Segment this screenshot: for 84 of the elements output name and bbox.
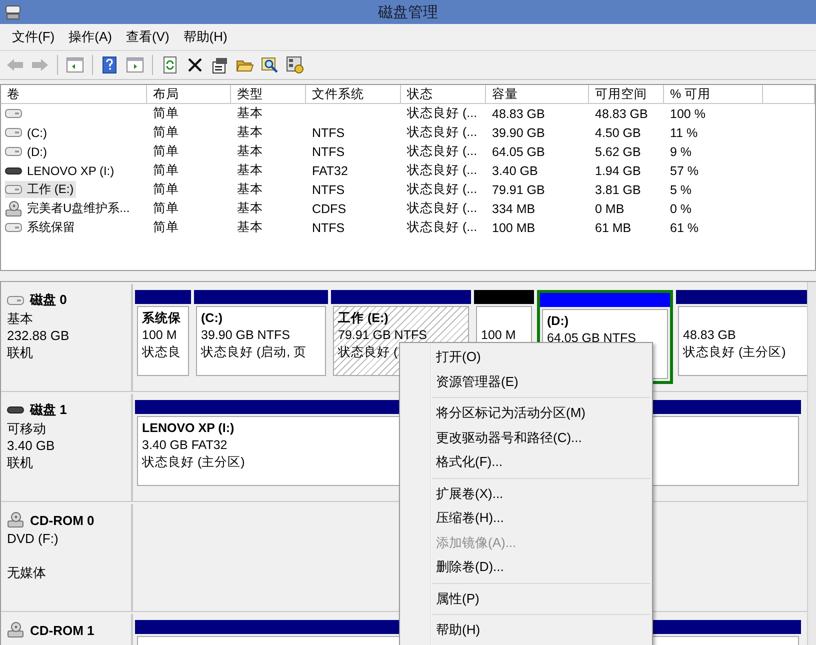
partition-info: 100 M — [481, 327, 516, 344]
partition-name: (D:) — [547, 313, 569, 330]
table-cell-text: NTFS — [311, 220, 346, 236]
partition-info: 状态良好 (启动, 页 — [201, 344, 307, 361]
table-cell-text: CDFS — [311, 200, 348, 218]
table-cell-text: NTFS — [311, 144, 346, 160]
table-cell-text: 5 % — [669, 182, 693, 198]
table-cell-text: 简单 — [152, 181, 180, 198]
disk-type: 可移动 — [7, 420, 47, 437]
table-cell-text: 100 % — [669, 106, 706, 122]
table-cell-text: 简单 — [152, 162, 180, 179]
table-cell-text: 48.83 GB — [491, 106, 546, 122]
table-cell-text: 状态良好 (... — [406, 124, 478, 141]
partition-info: 64.05 GB NTFS — [547, 330, 636, 347]
disk-type: 基本 — [7, 310, 34, 327]
partition-info: 状态良 — [142, 344, 181, 361]
disk-name: 磁盘 0 — [30, 291, 67, 309]
partition-info: 39.90 GB NTFS — [201, 327, 290, 344]
table-cell-text: 48.83 GB — [594, 106, 649, 122]
table-cell-text: 3.81 GB — [594, 182, 642, 198]
partition-info: 48.83 GB — [683, 327, 736, 344]
disk-size: 3.40 GB — [7, 437, 56, 454]
disk-status: 无媒体 — [7, 564, 47, 581]
partition-info: 3.40 GB FAT32 — [142, 437, 228, 454]
partition-info: 状态良好 (主分区) — [142, 454, 245, 471]
table-cell-text: 基本 — [236, 181, 264, 198]
partition-name: (C:) — [201, 310, 223, 327]
disk-status: 联机 — [7, 344, 34, 361]
table-cell-text: 简单 — [152, 124, 180, 141]
table-cell-text: 64.05 GB — [491, 144, 546, 160]
table-cell-text: 79.91 GB — [491, 182, 546, 198]
table-cell-text: 状态良好 (... — [406, 105, 478, 122]
volume-name: 系统保留 — [26, 219, 76, 236]
volume-name: (C:) — [26, 126, 48, 140]
table-cell-text: 基本 — [236, 143, 264, 160]
disk-type: DVD (F:) — [7, 530, 60, 547]
volume-name: 完美者U盘维护系... — [26, 200, 131, 217]
table-cell-text: 状态良好 (... — [406, 219, 478, 236]
table-cell-text: 简单 — [152, 143, 180, 160]
disk-name: 磁盘 1 — [30, 401, 67, 419]
table-cell-text: 基本 — [236, 162, 264, 179]
table-cell-text: 简单 — [152, 219, 180, 236]
table-cell-text: 状态良好 (... — [406, 200, 478, 217]
table-cell-text: 状态良好 (... — [406, 162, 478, 179]
table-cell-text: 0 % — [669, 200, 693, 218]
table-cell-text: 简单 — [152, 105, 180, 122]
table-cell-text: 1.94 GB — [594, 162, 642, 180]
partition-info: 79.91 GB NTFS — [338, 327, 427, 344]
disk-size: 232.88 GB — [7, 327, 70, 344]
disk-status: 联机 — [7, 454, 34, 471]
table-cell-text: 61 MB — [594, 220, 632, 236]
table-cell-text: 11 % — [669, 124, 699, 142]
table-cell-text: 61 % — [669, 220, 700, 236]
table-cell-text: 基本 — [236, 200, 264, 217]
volume-name: LENOVO XP (I:) — [26, 164, 116, 178]
table-cell-text: 简单 — [152, 200, 180, 217]
partition-name: LENOVO XP (I:) — [142, 420, 234, 437]
table-cell-text: 状态良好 (... — [406, 181, 478, 198]
table-cell-text: 57 % — [669, 162, 700, 180]
volume-name: 工作 (E:) — [26, 181, 75, 198]
partition-info: 状态良好 ( — [338, 344, 398, 361]
table-cell-text: 基本 — [236, 124, 264, 141]
table-cell-text: 基本 — [236, 105, 264, 122]
partition-info: 状态良好 (主分区) — [683, 344, 786, 361]
table-cell-text: NTFS — [311, 182, 346, 198]
volume-name: (D:) — [26, 144, 48, 158]
table-cell-text: 100 MB — [491, 220, 536, 236]
table-cell-text: 3.40 GB — [491, 162, 539, 180]
table-cell-text: 39.90 GB — [491, 124, 546, 142]
table-cell-text: 9 % — [669, 144, 693, 160]
partition-info: 100 M — [142, 327, 177, 344]
disk-name: CD-ROM 0 — [30, 512, 94, 528]
table-cell-text: 5.62 GB — [594, 144, 642, 160]
window-title: 磁盘管理 — [378, 2, 438, 22]
partition-name: 系统保 — [142, 310, 181, 327]
disk-name: CD-ROM 1 — [30, 622, 94, 638]
table-cell-text: 334 MB — [491, 200, 536, 218]
table-cell-text: 0 MB — [594, 200, 626, 218]
table-cell-text: NTFS — [311, 124, 346, 142]
table-cell-text: 状态良好 (... — [406, 143, 478, 160]
table-cell-text: 基本 — [236, 219, 264, 236]
partition-name: 工作 (E:) — [338, 310, 388, 327]
table-cell-text: 4.50 GB — [594, 124, 642, 142]
table-cell-text: FAT32 — [311, 162, 349, 180]
